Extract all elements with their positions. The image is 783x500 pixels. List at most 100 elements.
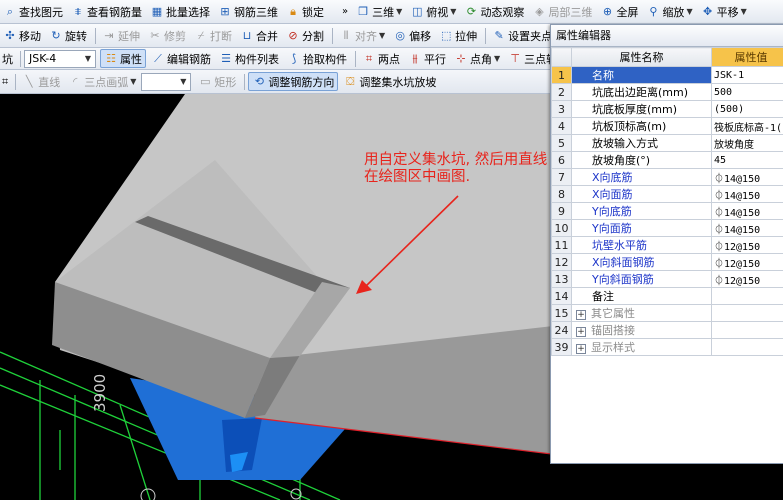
property-row[interactable]: 3 坑底板厚度(mm) (500)	[551, 100, 783, 118]
property-name: 放坡输入方式	[571, 134, 712, 152]
pick-component-button[interactable]: ⟆ 拾取构件	[284, 49, 350, 69]
view-rebar-button[interactable]: ⩨ 查看钢筋量	[68, 2, 145, 22]
property-row[interactable]: 2 坑底出边距离(mm) 500	[551, 83, 783, 101]
split-button[interactable]: ⊘ 分割	[283, 26, 327, 46]
property-row-number: 15	[551, 304, 572, 322]
property-value[interactable]	[711, 304, 783, 322]
lock-label: 锁定	[302, 5, 324, 19]
property-row-number: 2	[551, 83, 572, 101]
fullscreen-button[interactable]: ⊕ 全屏	[597, 2, 641, 22]
merge-button[interactable]: ⊔ 合并	[237, 26, 281, 46]
set-point-button[interactable]: ✎ 设置夹点	[489, 26, 555, 46]
lock-icon: 🔒︎	[290, 4, 296, 18]
break-button[interactable]: ⌿ 打断	[191, 26, 235, 46]
property-row[interactable]: 5 放坡输入方式 放坡角度	[551, 134, 783, 152]
property-row[interactable]: 1 名称 JSK-1	[551, 66, 783, 84]
dynamic-orbit-label: 动态观察	[480, 5, 525, 19]
move-button[interactable]: ✣ 移动	[0, 26, 44, 46]
property-row[interactable]: 12 X向斜面钢筋 ⏀12@150	[551, 253, 783, 271]
arc-option-combo[interactable]: ▼	[141, 72, 192, 91]
property-value[interactable]	[711, 321, 783, 339]
view-3d-button[interactable]: ❒ 三维 ▼	[353, 2, 405, 22]
rotate-button[interactable]: ↻ 旋转	[46, 26, 90, 46]
property-row[interactable]: 4 坑板顶标高(m) 筏板底标高-1(	[551, 117, 783, 135]
property-row-number: 6	[551, 151, 572, 169]
expand-plus-icon[interactable]: +	[576, 344, 586, 354]
property-row[interactable]: 39 + 显示样式	[551, 338, 783, 356]
move-label: 移动	[19, 29, 41, 43]
overflow-chevron[interactable]: »	[339, 2, 351, 22]
property-row[interactable]: 13 Y向斜面钢筋 ⏀12@150	[551, 270, 783, 288]
property-value[interactable]: (500)	[711, 100, 783, 118]
rebar-3d-icon: ⊞	[220, 4, 230, 18]
properties-button[interactable]: ☷ 属性	[100, 49, 146, 68]
trim-button[interactable]: ✂ 修剪	[145, 26, 189, 46]
property-row[interactable]: 10 Y向面筋 ⏀14@150	[551, 219, 783, 237]
point-angle-label: 点角	[470, 52, 492, 66]
property-value[interactable]: ⏀12@150	[711, 270, 783, 288]
property-value[interactable]	[711, 287, 783, 305]
property-row[interactable]: 7 X向底筋 ⏀14@150	[551, 168, 783, 186]
chevron-down-icon: ▼	[686, 7, 693, 16]
parallel-icon: ⫵	[412, 51, 418, 65]
element-combo[interactable]: JSK-4 ▼	[24, 49, 96, 68]
view-rebar-label: 查看钢筋量	[87, 5, 142, 19]
property-value[interactable]: ⏀14@150	[711, 202, 783, 220]
app-window: ⌕ 查找图元 ⩨ 查看钢筋量 ▦ 批量选择 ⊞ 钢筋三维 🔒︎ 锁定 » ❒ 三维 ▼ ◫ 俯视…	[0, 0, 783, 500]
dynamic-orbit-button[interactable]: ⟳ 动态观察	[461, 2, 527, 22]
zoom-button[interactable]: ⚲ 缩放 ▼	[643, 2, 695, 22]
split-label: 分割	[302, 29, 324, 43]
pan-button[interactable]: ✥ 平移 ▼	[698, 2, 750, 22]
property-value[interactable]: JSK-1	[711, 66, 783, 84]
batch-select-button[interactable]: ▦ 批量选择	[147, 2, 213, 22]
property-row[interactable]: 15 + 其它属性	[551, 304, 783, 322]
zoom-label: 缩放	[662, 5, 685, 19]
expand-plus-icon[interactable]: +	[576, 327, 586, 337]
property-value[interactable]: 放坡角度	[711, 134, 783, 152]
offset-button[interactable]: ◎ 偏移	[390, 26, 434, 46]
property-name-text: 锚固搭接	[591, 324, 635, 337]
property-value[interactable]: 45	[711, 151, 783, 169]
property-row[interactable]: 9 Y向底筋 ⏀14@150	[551, 202, 783, 220]
property-row[interactable]: 11 坑壁水平筋 ⏀12@150	[551, 236, 783, 254]
annotation-line-2: 在绘图区中画图.	[364, 169, 471, 185]
divider	[244, 73, 246, 90]
property-value[interactable]: ⏀14@150	[711, 219, 783, 237]
property-name: 坑底板厚度(mm)	[571, 100, 712, 118]
top-view-button[interactable]: ◫ 俯视 ▼	[407, 2, 459, 22]
three-point-arc-button[interactable]: ◜ 三点画弧 ▼	[65, 72, 139, 92]
property-name-text: X向斜面钢筋	[592, 256, 655, 269]
property-value[interactable]: 筏板底标高-1(	[711, 117, 783, 135]
adjust-rebar-dir-button[interactable]: ⟲ 调整钢筋方向	[248, 72, 339, 91]
parallel-button[interactable]: ⫵ 平行	[405, 49, 449, 69]
select-indicator: ⌗	[0, 72, 10, 92]
point-angle-button[interactable]: ⊹ 点角 ▼	[451, 49, 503, 69]
property-value[interactable]: ⏀14@150	[711, 168, 783, 186]
property-row[interactable]: 24 + 锚固搭接	[551, 321, 783, 339]
rebar-3d-button[interactable]: ⊞ 钢筋三维	[215, 2, 281, 22]
edit-rebar-button[interactable]: ⟋ 编辑钢筋	[148, 49, 214, 69]
find-element-button[interactable]: ⌕ 查找图元	[0, 2, 66, 22]
extend-button[interactable]: ⇥ 延伸	[99, 26, 143, 46]
two-points-button[interactable]: ⌗ 两点	[359, 49, 403, 69]
offset-icon: ◎	[395, 28, 405, 42]
property-row[interactable]: 8 X向面筋 ⏀14@150	[551, 185, 783, 203]
stretch-icon: ⬚	[440, 28, 452, 42]
local-3d-button[interactable]: ◈ 局部三维	[529, 2, 595, 22]
property-row[interactable]: 14 备注	[551, 287, 783, 305]
align-button[interactable]: ⫴ 对齐 ▼	[336, 26, 388, 46]
component-list-button[interactable]: ☰ 构件列表	[216, 49, 282, 69]
expand-plus-icon[interactable]: +	[576, 310, 586, 320]
property-name-text: 备注	[592, 290, 614, 303]
property-value[interactable]	[711, 338, 783, 356]
property-value[interactable]: 500	[711, 83, 783, 101]
lock-button[interactable]: 🔒︎ 锁定	[283, 2, 327, 22]
adjust-pit-slope-button[interactable]: ⛋ 调整集水坑放坡	[340, 72, 439, 92]
stretch-button[interactable]: ⬚ 拉伸	[436, 26, 480, 46]
property-value[interactable]: ⏀14@150	[711, 185, 783, 203]
property-value[interactable]: ⏀12@150	[711, 253, 783, 271]
line-button[interactable]: ╲ 直线	[19, 72, 63, 92]
property-row[interactable]: 6 放坡角度(°) 45	[551, 151, 783, 169]
property-value[interactable]: ⏀12@150	[711, 236, 783, 254]
rect-button[interactable]: ▭ 矩形	[195, 72, 239, 92]
